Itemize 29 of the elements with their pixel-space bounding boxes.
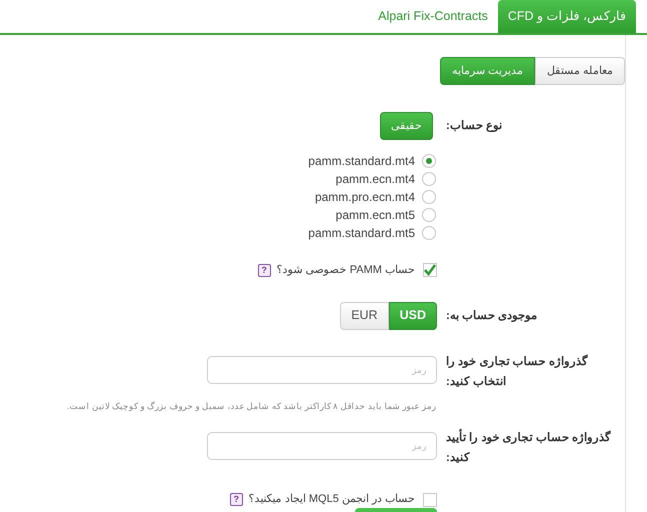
- account-type-button[interactable]: حقیقی: [380, 112, 433, 140]
- help-icon[interactable]: ?: [230, 493, 243, 506]
- radio-label: pamm.standard.mt4: [308, 153, 415, 170]
- radio-button[interactable]: [422, 154, 436, 168]
- field-label: نوع حساب:: [446, 119, 502, 134]
- tab[interactable]: فارکس، فلزات و CFD: [498, 0, 636, 33]
- radio-label: pamm.standard.mt5: [308, 225, 415, 242]
- currency-option[interactable]: USD: [388, 302, 437, 330]
- checkbox[interactable]: [423, 492, 437, 506]
- currency-option[interactable]: EUR: [340, 302, 389, 330]
- password-field[interactable]: رمز: [207, 356, 437, 384]
- mode-tab[interactable]: مدیریت سرمایه: [440, 57, 535, 85]
- radio-button[interactable]: [422, 226, 436, 240]
- hint-text: رمز عبور شما باید حداقل ۸ کاراکتر باشد که شامل عدد، سمبل و حروف بزرگ و کوچیک لاتین است.: [66, 400, 437, 412]
- checkbox-label: حساب در انجمن MQL5 ایجاد میکنید؟: [248, 492, 415, 508]
- mode-tab[interactable]: معامله مستقل: [534, 57, 625, 85]
- radio-button[interactable]: [422, 172, 436, 186]
- password-field[interactable]: رمز: [207, 432, 437, 460]
- radio-button[interactable]: [422, 190, 436, 204]
- checkbox-label: حساب PAMM خصوصی شود؟: [276, 263, 415, 278]
- radio-label: pamm.ecn.mt4: [336, 171, 415, 188]
- radio-label: pamm.pro.ecn.mt4: [314, 189, 415, 206]
- field-label: گذرواژه حساب تجاری خود را تأیید کنید:: [446, 428, 617, 468]
- radio-button[interactable]: [422, 208, 436, 222]
- field-label: گذرواژه حساب تجاری خود را انتخاب کنید:: [446, 354, 589, 390]
- field-label: موجودی حساب به:: [446, 308, 538, 324]
- radio-label: pamm.ecn.mt5: [336, 207, 415, 224]
- checkbox[interactable]: [423, 263, 437, 278]
- help-icon[interactable]: ?: [258, 264, 271, 277]
